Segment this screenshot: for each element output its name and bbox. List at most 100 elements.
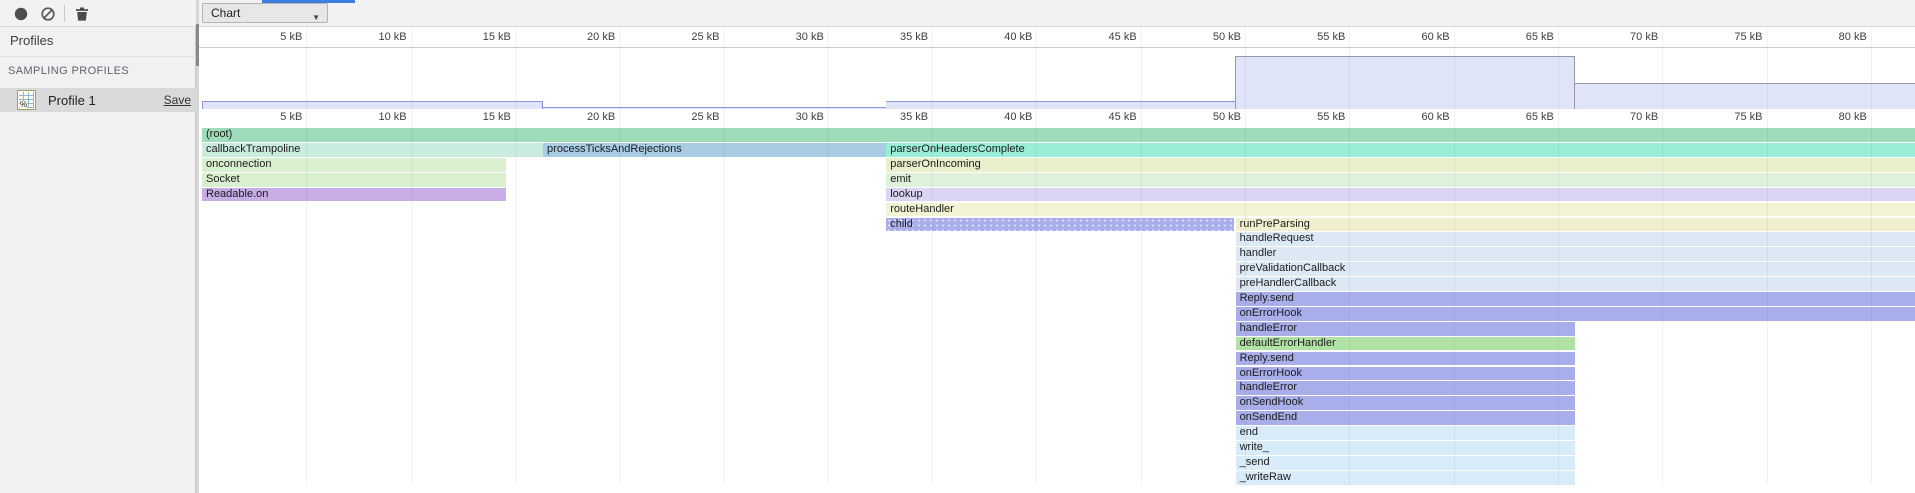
tick-label: 10 kB — [347, 31, 407, 43]
tick-label: 5 kB — [242, 111, 302, 123]
sidebar-title: Profiles — [10, 33, 53, 48]
clear-icon[interactable] — [40, 6, 56, 22]
chart-view-select[interactable]: Chart ▼ — [202, 3, 328, 23]
flame-row: onSendEnd — [199, 410, 1915, 425]
flame-bar[interactable]: Readable.on — [202, 188, 506, 202]
flame-row: _writeRaw — [199, 470, 1915, 485]
profiler-app: Chart ▼ Profiles SAMPLING PROFILES % Pro… — [0, 0, 1915, 493]
flame-bar[interactable]: handleError — [1236, 322, 1575, 336]
tick-label: 20 kB — [555, 31, 615, 43]
flame-row: write_ — [199, 440, 1915, 455]
flame-bar[interactable]: preHandlerCallback — [1236, 277, 1915, 291]
flame-bar[interactable]: handler — [1236, 247, 1915, 261]
dropdown-caret-icon: ▼ — [312, 9, 320, 27]
tick-label: 30 kB — [764, 31, 824, 43]
flame-row: (root) — [199, 127, 1915, 142]
tick-label: 75 kB — [1703, 111, 1763, 123]
flame-bar[interactable]: parserOnIncoming — [886, 158, 1915, 172]
tick-label: 45 kB — [1077, 111, 1137, 123]
flame-row: Socket emit — [199, 172, 1915, 187]
flame-row: childrunPreParsing — [199, 216, 1915, 231]
flame-bar[interactable]: handleError — [1236, 381, 1575, 395]
tick-label: 55 kB — [1285, 31, 1345, 43]
flame-row: callbackTrampolineprocessTicksAndRejecti… — [199, 142, 1915, 157]
flame-row: Readable.on lookup — [199, 187, 1915, 202]
flame-bar[interactable]: Socket — [202, 173, 506, 187]
flame-bar[interactable]: parserOnHeadersComplete — [886, 143, 1915, 157]
record-icon[interactable] — [13, 6, 29, 22]
flame-bar[interactable]: onErrorHook — [1236, 307, 1915, 321]
overview-segment[interactable] — [202, 101, 543, 109]
flame-bar[interactable]: processTicksAndRejections — [543, 143, 886, 157]
flame-bar[interactable]: (root) — [202, 128, 1915, 142]
flame-bar[interactable]: child — [886, 218, 1233, 232]
tick-label: 60 kB — [1390, 31, 1450, 43]
flame-row: preHandlerCallback — [199, 276, 1915, 291]
overview-pane[interactable] — [199, 48, 1915, 109]
sampling-profiles-header: SAMPLING PROFILES — [8, 65, 129, 77]
flame-bar[interactable]: defaultErrorHandler — [1236, 337, 1575, 351]
overview-ruler: 5 kB10 kB15 kB20 kB25 kB30 kB35 kB40 kB4… — [199, 27, 1915, 48]
flame-row: onSendHook — [199, 395, 1915, 410]
tick-label: 15 kB — [451, 111, 511, 123]
sidebar-divider — [0, 56, 196, 57]
flame-bar[interactable]: routeHandler — [886, 203, 1915, 217]
flame-bar[interactable]: onconnection — [202, 158, 506, 172]
chart-view-select-value: Chart — [211, 6, 240, 20]
tick-label: 55 kB — [1285, 111, 1345, 123]
flame-bar[interactable]: Reply.send — [1236, 352, 1575, 366]
tick-label: 40 kB — [972, 111, 1032, 123]
flame-bar[interactable]: onSendEnd — [1236, 411, 1575, 425]
flame-bar[interactable]: handleRequest — [1236, 232, 1915, 246]
flame-row: handleError — [199, 380, 1915, 395]
flame-bar[interactable]: callbackTrampoline — [202, 143, 543, 157]
flame-bar[interactable]: _send — [1236, 456, 1575, 470]
flame-row: preValidationCallback — [199, 261, 1915, 276]
tick-label: 15 kB — [451, 31, 511, 43]
tick-label: 70 kB — [1598, 31, 1658, 43]
flame-row: onErrorHook — [199, 365, 1915, 380]
sidebar: Profiles SAMPLING PROFILES % Profile 1 S… — [0, 27, 196, 493]
flame-row: end — [199, 425, 1915, 440]
flame-row: Reply.send — [199, 351, 1915, 366]
flame-row: _send — [199, 455, 1915, 470]
tick-label: 25 kB — [660, 31, 720, 43]
save-link[interactable]: Save — [164, 93, 191, 107]
tick-label: 60 kB — [1390, 111, 1450, 123]
tick-label: 65 kB — [1494, 31, 1554, 43]
flame-row: handleRequest — [199, 231, 1915, 246]
flame-bar[interactable]: lookup — [886, 188, 1915, 202]
flame-bar[interactable]: Reply.send — [1236, 292, 1915, 306]
flame-bar[interactable]: onErrorHook — [1236, 367, 1575, 381]
tick-label: 80 kB — [1807, 31, 1867, 43]
flame-main: 5 kB10 kB15 kB20 kB25 kB30 kB35 kB40 kB4… — [199, 27, 1915, 493]
flame-row: handler — [199, 246, 1915, 261]
flame-bar[interactable]: _writeRaw — [1236, 471, 1575, 485]
sidebar-item-profile-1[interactable]: % Profile 1 Save — [0, 88, 196, 112]
flame-row: onErrorHook — [199, 306, 1915, 321]
tick-label: 65 kB — [1494, 111, 1554, 123]
flame-bar[interactable]: end — [1236, 426, 1575, 440]
tick-label: 30 kB — [764, 111, 824, 123]
tick-label: 10 kB — [347, 111, 407, 123]
tick-label: 5 kB — [242, 31, 302, 43]
flame-row: handleError — [199, 321, 1915, 336]
flame-bar[interactable]: emit — [886, 173, 1915, 187]
active-tab-underline — [262, 0, 355, 3]
tick-label: 45 kB — [1077, 31, 1137, 43]
toolbar-separator — [64, 5, 65, 22]
flame-row: defaultErrorHandler — [199, 336, 1915, 351]
tick-label: 40 kB — [972, 31, 1032, 43]
overview-segment[interactable] — [1575, 83, 1915, 109]
flame-bar[interactable]: runPreParsing — [1236, 218, 1915, 232]
flame-rows: (root)callbackTrampolineprocessTicksAndR… — [199, 127, 1915, 485]
trash-icon[interactable] — [74, 6, 90, 22]
flame-bar[interactable]: onSendHook — [1236, 396, 1575, 410]
overview-segment[interactable] — [1235, 56, 1575, 109]
flame-bar[interactable]: write_ — [1236, 441, 1575, 455]
overview-segment[interactable] — [886, 101, 1234, 109]
tick-label: 50 kB — [1181, 31, 1241, 43]
flame-bar[interactable]: preValidationCallback — [1236, 262, 1915, 276]
profile-icon: % — [17, 90, 36, 110]
flamechart-ruler: 5 kB10 kB15 kB20 kB25 kB30 kB35 kB40 kB4… — [199, 109, 1915, 127]
